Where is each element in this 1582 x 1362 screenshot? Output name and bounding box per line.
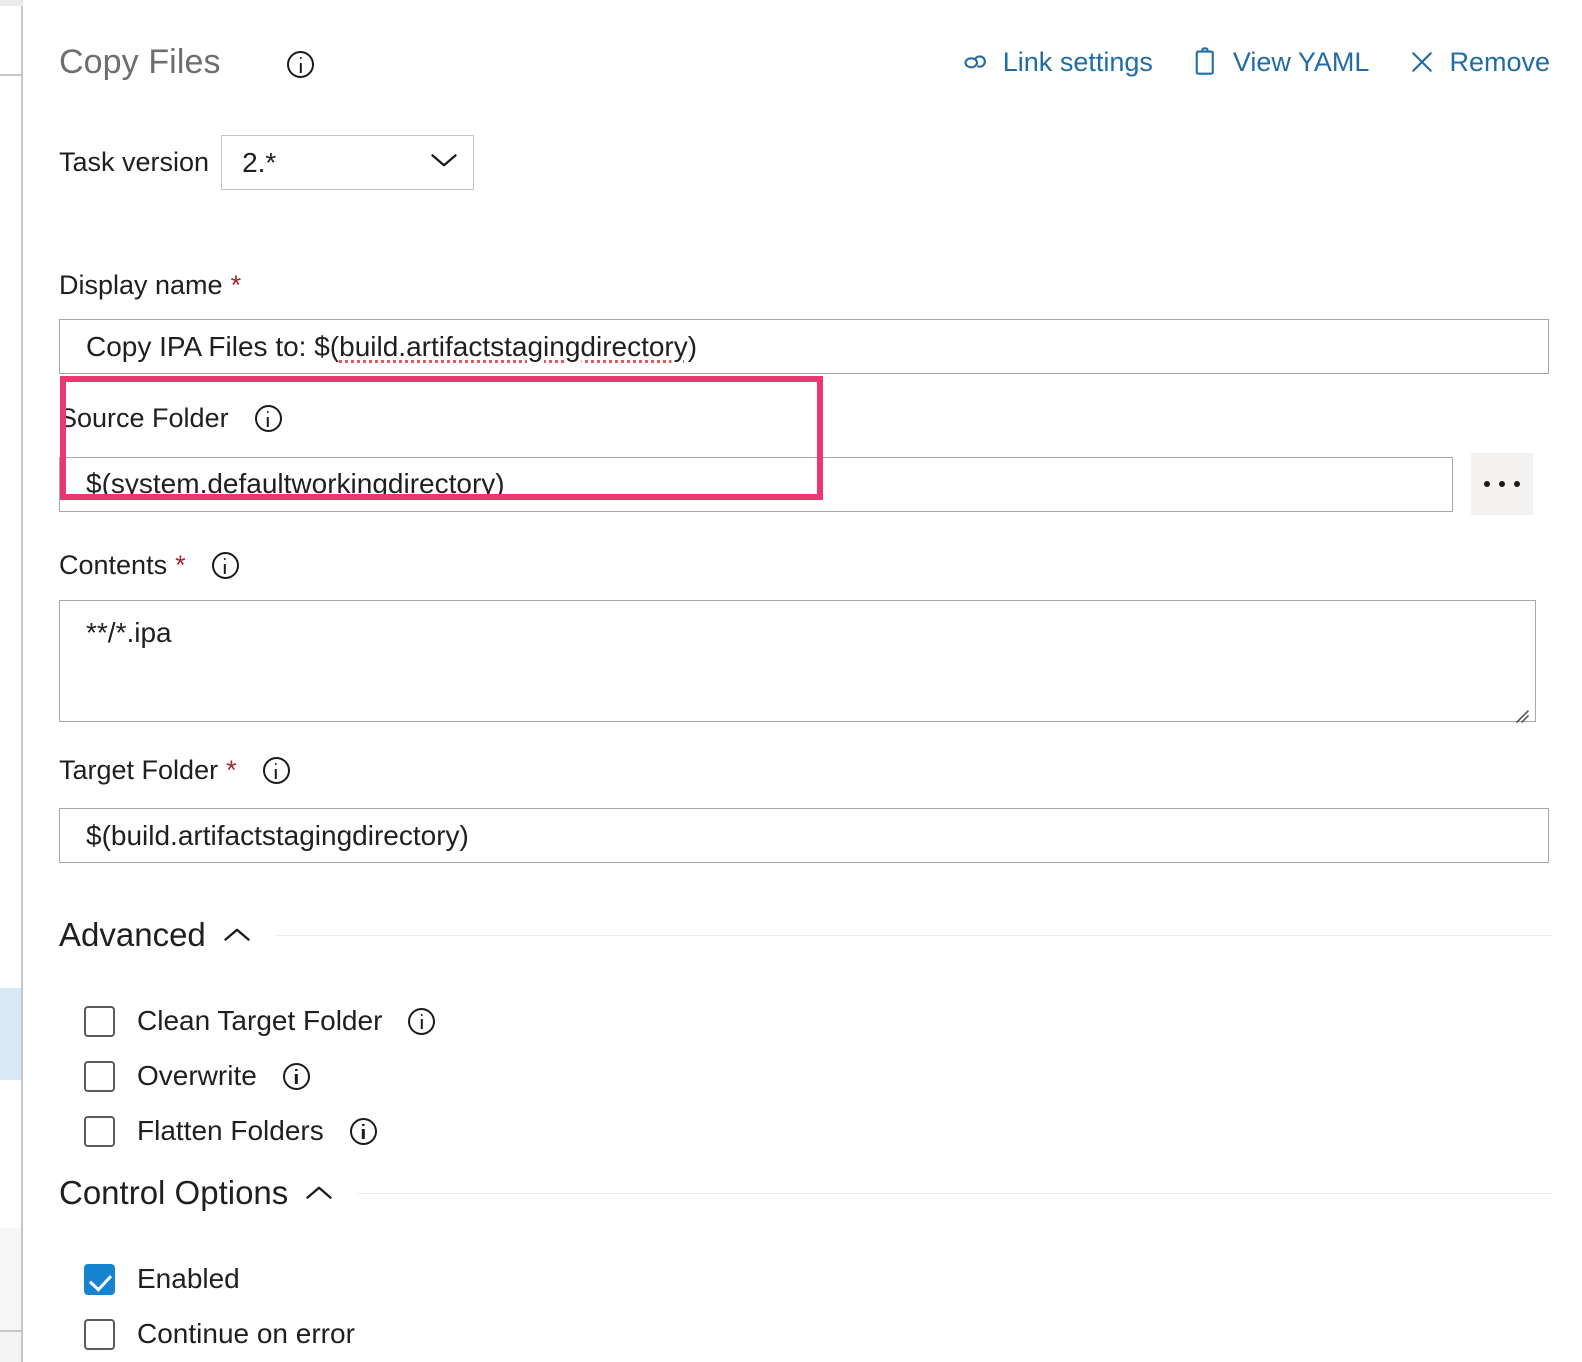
task-version-label: Task version	[59, 147, 210, 177]
clipboard-icon	[1191, 46, 1221, 78]
link-settings-button[interactable]: Link settings	[961, 47, 1153, 78]
contents-label: Contents *	[59, 550, 1549, 581]
target-folder-value: $(build.artifactstagingdirectory)	[86, 819, 469, 851]
overwrite-checkbox[interactable]	[84, 1060, 115, 1092]
enabled-checkbox[interactable]	[84, 1263, 115, 1295]
task-header: Copy Files Link settings View YAML Remov…	[25, 0, 1582, 118]
flatten-folders-info-icon[interactable]	[349, 1117, 377, 1145]
clean-target-folder-label: Clean Target Folder	[137, 1005, 383, 1036]
source-folder-info-icon[interactable]	[254, 405, 282, 432]
control-options-section-title: Control Options	[59, 1174, 289, 1211]
display-name-field: Display name * Copy IPA Files to: $(buil…	[59, 270, 1549, 374]
control-options-checkbox-list: Enabled Continue on error	[59, 1256, 1582, 1357]
display-name-input[interactable]: Copy IPA Files to: $(build.artifactstagi…	[59, 319, 1549, 374]
target-folder-field: Target Folder * $(build.artifactstagingd…	[59, 755, 1549, 863]
flatten-folders-label: Flatten Folders	[137, 1115, 324, 1146]
contents-textarea[interactable]: **/*.ipa	[59, 600, 1536, 723]
clean-target-folder-row[interactable]: Clean Target Folder	[59, 998, 1582, 1044]
display-name-value-suffix: )	[687, 330, 698, 362]
task-version-row: Task version 2.*	[59, 135, 475, 190]
source-folder-label: Source Folder	[59, 403, 1549, 434]
contents-value: **/*.ipa	[86, 617, 172, 648]
control-options-section: Control Options Enabled Continue on erro…	[59, 1174, 1582, 1357]
source-folder-field: Source Folder $(system.defaultworkingdir…	[59, 403, 1549, 515]
contents-info-icon[interactable]	[211, 552, 239, 579]
clean-target-folder-checkbox[interactable]	[84, 1005, 115, 1037]
ellipsis-icon	[1484, 481, 1490, 487]
source-folder-browse-button[interactable]	[1471, 453, 1533, 515]
continue-on-error-row[interactable]: Continue on error	[59, 1311, 1582, 1357]
page-title: Copy Files	[59, 43, 221, 81]
display-name-value-prefix: Copy IPA Files to: $(	[86, 330, 340, 362]
link-icon	[961, 47, 991, 77]
target-folder-info-icon[interactable]	[262, 757, 290, 784]
title-info-icon[interactable]	[287, 51, 314, 78]
chevron-up-icon	[222, 925, 252, 945]
flatten-folders-row[interactable]: Flatten Folders	[59, 1108, 1582, 1154]
continue-on-error-label: Continue on error	[137, 1318, 355, 1349]
resize-grip-icon[interactable]	[1512, 699, 1530, 723]
remove-label: Remove	[1449, 46, 1550, 77]
control-options-section-rule	[358, 1192, 1552, 1194]
required-marker: *	[230, 270, 242, 300]
enabled-row[interactable]: Enabled	[59, 1256, 1582, 1302]
chevron-up-icon	[304, 1183, 334, 1203]
chevron-down-icon	[429, 150, 459, 175]
overwrite-row[interactable]: Overwrite	[59, 1053, 1582, 1099]
advanced-section: Advanced Clean Target Folder Overwrite F…	[59, 916, 1582, 1154]
flatten-folders-checkbox[interactable]	[84, 1115, 115, 1147]
task-version-value: 2.*	[242, 146, 277, 178]
rail-gray-block	[0, 1228, 21, 1332]
advanced-section-header[interactable]: Advanced	[59, 916, 1582, 954]
link-settings-label: Link settings	[1002, 46, 1153, 77]
source-folder-input[interactable]: $(system.defaultworkingdirectory)	[59, 456, 1453, 512]
view-yaml-label: View YAML	[1232, 46, 1370, 77]
task-version-select[interactable]: 2.*	[221, 135, 475, 190]
rail-selected-item[interactable]	[0, 988, 21, 1080]
clean-target-folder-info-icon[interactable]	[408, 1007, 436, 1035]
target-folder-label: Target Folder *	[59, 755, 1549, 786]
contents-field: Contents * **/*.ipa	[59, 550, 1549, 723]
control-options-section-header[interactable]: Control Options	[59, 1174, 1582, 1212]
task-editor-pane: Copy Files Link settings View YAML Remov…	[25, 0, 1582, 1362]
overwrite-label: Overwrite	[137, 1060, 257, 1091]
rail-divider	[0, 74, 23, 76]
left-rail	[0, 0, 23, 1362]
source-folder-value: $(system.defaultworkingdirectory)	[86, 468, 505, 499]
overwrite-info-icon[interactable]	[282, 1062, 310, 1090]
rail-top-line	[0, 0, 23, 6]
required-marker: *	[226, 755, 237, 785]
view-yaml-button[interactable]: View YAML	[1191, 46, 1370, 78]
header-actions: Link settings View YAML Remove	[961, 46, 1550, 78]
advanced-section-title: Advanced	[59, 916, 206, 953]
target-folder-input[interactable]: $(build.artifactstagingdirectory)	[59, 808, 1549, 863]
advanced-section-rule	[275, 934, 1552, 936]
enabled-label: Enabled	[137, 1263, 240, 1294]
rail-bottom-block	[0, 1332, 21, 1362]
remove-button[interactable]: Remove	[1407, 47, 1550, 78]
display-name-value-misspelled: build.artifactstagingdirectory	[339, 330, 688, 362]
close-x-icon	[1407, 47, 1437, 77]
advanced-checkbox-list: Clean Target Folder Overwrite Flatten Fo…	[59, 998, 1582, 1154]
required-marker: *	[175, 550, 186, 580]
continue-on-error-checkbox[interactable]	[84, 1318, 115, 1350]
display-name-label: Display name *	[59, 270, 242, 300]
